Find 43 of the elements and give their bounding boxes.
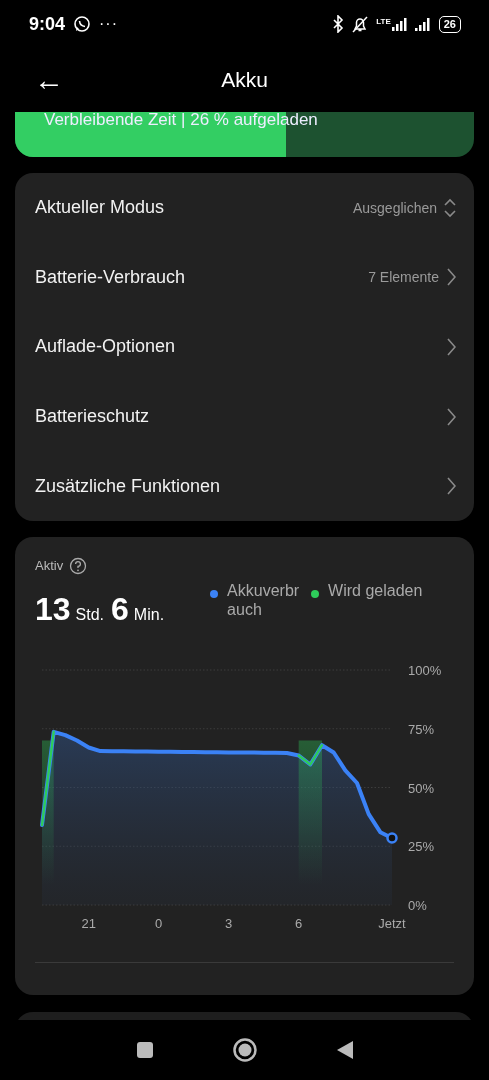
settings-row[interactable]: Batterie-Verbrauch 7 Elemente <box>15 242 474 313</box>
active-label: Aktiv <box>35 558 64 574</box>
bluetooth-icon <box>332 15 345 33</box>
axis-label: Jetzt <box>378 915 406 931</box>
axis-label: 0% <box>408 897 427 913</box>
axis-label: 6 <box>295 915 303 931</box>
axis-label: 50% <box>408 780 435 796</box>
circle-icon <box>231 1037 258 1063</box>
chevron-right-icon <box>446 407 456 426</box>
square-icon <box>135 1041 154 1059</box>
up-down-chevron-icon <box>444 196 456 219</box>
home-button[interactable] <box>231 1037 258 1063</box>
back-button[interactable]: ← <box>30 65 68 95</box>
signal-icon <box>413 17 432 31</box>
battery-indicator: 26 <box>438 15 461 33</box>
bell-off-icon <box>351 15 370 33</box>
recents-button[interactable] <box>135 1041 154 1059</box>
clock-time: 9:04 <box>29 13 66 35</box>
current-point-marker <box>386 832 398 844</box>
axis-label: 0 <box>155 915 163 931</box>
network-type: LTE <box>376 17 391 26</box>
chevron-right-icon <box>446 338 456 356</box>
legend-label: Akkuverbrauch <box>227 580 301 620</box>
settings-row[interactable]: Auflade-Optionen <box>15 312 474 382</box>
axis-label: 21 <box>81 915 96 931</box>
legend-label: Wird geladen <box>328 580 423 601</box>
axis-label: 100% <box>408 662 442 678</box>
settings-row[interactable]: Aktueller Modus Ausgeglichen <box>15 173 474 243</box>
active-duration: 13 Std. 6 Min. <box>35 590 166 628</box>
settings-row[interactable]: Zusätzliche Funktionen <box>15 451 474 521</box>
page-title: Akku <box>221 68 268 92</box>
back-nav-button[interactable] <box>335 1040 354 1060</box>
axis-label: 3 <box>225 915 233 931</box>
more-notifications: ··· <box>99 15 118 33</box>
axis-label: 25% <box>408 839 435 855</box>
settings-row[interactable]: Batterieschutz <box>15 381 474 452</box>
axis-label: 75% <box>408 721 435 737</box>
chevron-right-icon <box>446 477 456 496</box>
signal-icon <box>390 17 407 31</box>
chat-bubble-icon <box>73 15 92 33</box>
chevron-right-icon <box>446 268 456 287</box>
help-icon <box>69 556 88 575</box>
triangle-icon <box>335 1040 354 1060</box>
